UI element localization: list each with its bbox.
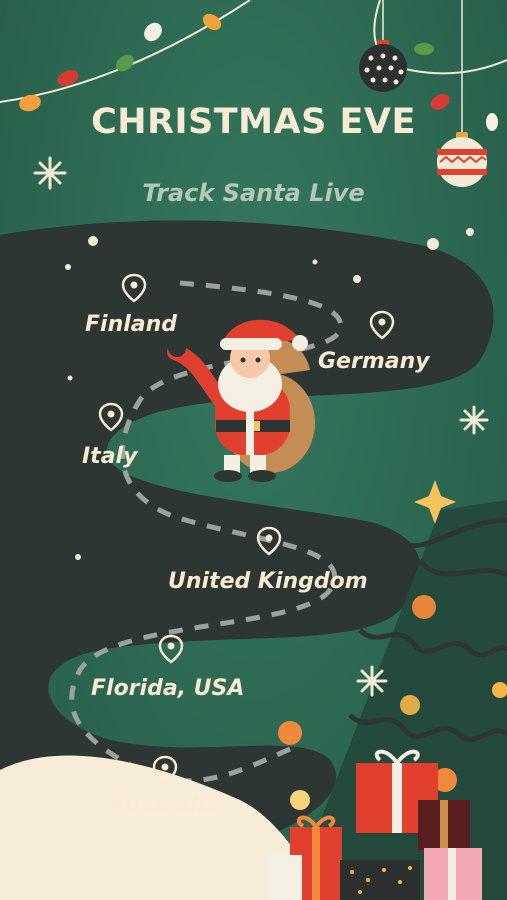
map-pin-icon xyxy=(98,402,124,432)
ornament-icon xyxy=(437,0,487,187)
snowflake-icon xyxy=(459,405,489,435)
stop-label: Finland xyxy=(85,312,178,337)
map-pin-icon xyxy=(152,755,178,785)
page-subtitle: Track Santa Live xyxy=(142,179,365,207)
map-pin-icon xyxy=(369,310,395,340)
map-pin-icon xyxy=(158,634,184,664)
stop-label: Germany xyxy=(318,349,430,374)
map-pin-icon xyxy=(121,273,147,303)
map-pin-icon xyxy=(256,526,282,556)
snowflake-icon xyxy=(356,665,388,697)
poster: CHRISTMAS EVE Track Santa Live Finland G… xyxy=(0,0,507,900)
stop-label: Italy xyxy=(82,444,138,469)
stop-label: Florida, USA xyxy=(91,676,245,701)
page-title: CHRISTMAS EVE xyxy=(91,102,416,142)
stop-label: Australia xyxy=(108,793,220,818)
ornament-icon xyxy=(359,0,407,92)
stop-label: United Kingdom xyxy=(168,569,368,594)
